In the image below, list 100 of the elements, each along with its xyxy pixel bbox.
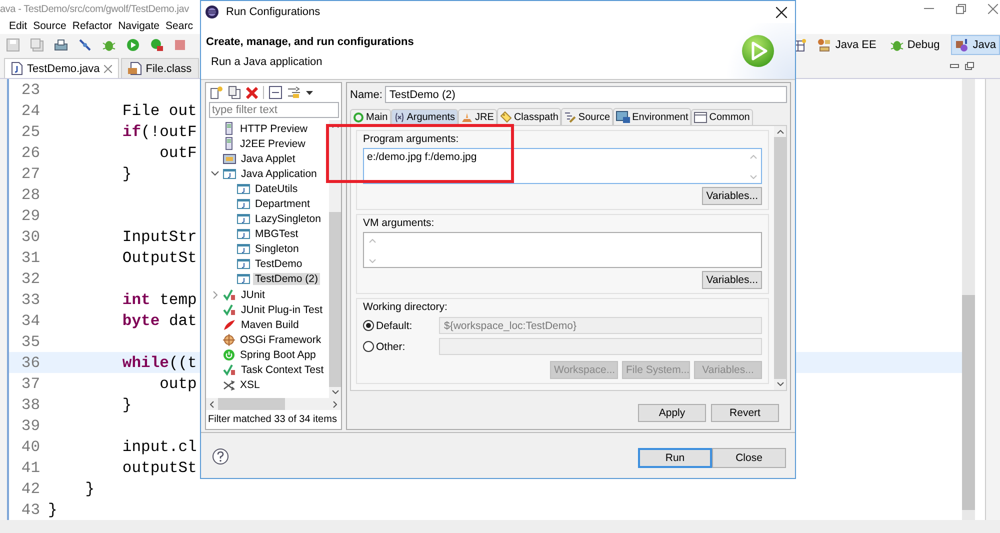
tag-icon	[500, 111, 512, 123]
menu-item[interactable]: Searc	[166, 20, 193, 32]
menu-item[interactable]: Edit	[9, 20, 28, 32]
tree-item[interactable]: OSGi Framework	[238, 334, 324, 346]
tree-item[interactable]: JUnit Plug-in Test	[239, 304, 325, 316]
tree-item[interactable]: JUnit	[239, 288, 267, 301]
editor-tab[interactable]: TestDemo.java	[4, 58, 119, 78]
scrollbar[interactable]	[329, 120, 341, 398]
radio-button[interactable]	[363, 341, 374, 352]
stop-icon[interactable]	[174, 39, 186, 51]
duplicate-icon[interactable]	[228, 86, 241, 99]
scroll-left-icon[interactable]	[210, 400, 214, 408]
line-number: 35	[20, 332, 40, 350]
action-button[interactable]: Apply	[638, 404, 706, 422]
config-tab[interactable]: Classpath	[496, 108, 562, 125]
code-line: input.cl	[121, 438, 197, 456]
app-window-icon	[237, 273, 250, 286]
help-icon[interactable]	[212, 448, 229, 465]
new-icon[interactable]	[210, 86, 223, 99]
tree-item[interactable]: DateUtils	[253, 182, 300, 195]
editor-tab[interactable]: File.class	[120, 58, 199, 78]
filter-icon[interactable]	[287, 86, 301, 99]
run-icon[interactable]	[126, 38, 140, 52]
tree-item[interactable]: LazySingleton	[253, 213, 323, 226]
scroll-up-icon[interactable]	[332, 124, 338, 128]
menu-item[interactable]: Refactor	[72, 20, 112, 32]
config-tab[interactable]: Environment	[613, 108, 692, 125]
radio-button[interactable]	[363, 320, 374, 331]
line-number: 33	[20, 290, 40, 308]
menu-item[interactable]: Source	[33, 20, 66, 32]
tree-item[interactable]: TestDemo (2)	[253, 273, 320, 286]
dialog-button[interactable]: Close	[712, 448, 786, 468]
tree-item[interactable]: MBGTest	[253, 228, 300, 240]
perspective-button[interactable]: Java	[950, 35, 1000, 55]
minimize-icon[interactable]	[950, 64, 959, 68]
tree-item[interactable]: Spring Boot App	[238, 348, 318, 361]
dialog-button[interactable]: Run	[638, 448, 712, 468]
line-number: 36	[20, 354, 40, 372]
tree-item[interactable]: Maven Build	[239, 318, 301, 331]
tree-item[interactable]: XSL	[238, 379, 262, 392]
group-label: VM arguments:	[363, 217, 436, 229]
pin-icon[interactable]	[78, 38, 92, 52]
config-tab[interactable]: Common	[691, 109, 753, 125]
maximize-icon[interactable]	[965, 62, 974, 70]
tree-item[interactable]: Task Context Test	[239, 364, 326, 376]
tree-item[interactable]: Department	[253, 198, 312, 210]
code-line: outF	[158, 144, 197, 162]
bug-icon[interactable]	[102, 38, 116, 52]
config-tab[interactable]: Arguments	[390, 109, 458, 125]
line-number: 24	[20, 102, 40, 120]
scroll-up-icon[interactable]	[776, 130, 784, 134]
line-number: 40	[20, 438, 40, 456]
scroll-right-icon[interactable]	[333, 400, 337, 408]
code-line: File out	[121, 102, 197, 120]
config-tab[interactable]: Main	[350, 109, 391, 125]
line-number: 25	[20, 122, 40, 140]
config-tab[interactable]: Source	[561, 108, 614, 125]
perspective-button[interactable]: Java EE	[814, 36, 880, 54]
scroll-down-icon[interactable]	[332, 390, 338, 394]
variables-button[interactable]: Variables...	[702, 271, 762, 289]
collapse-all-icon[interactable]	[269, 86, 282, 99]
directory-field[interactable]	[439, 338, 762, 355]
line-number: 34	[20, 312, 40, 330]
dialog-heading: Create, manage, and run configurations	[206, 36, 414, 48]
tree-item[interactable]: Java Applet	[239, 152, 298, 165]
tree-item[interactable]: TestDemo	[253, 258, 304, 270]
directory-field[interactable]: ${workspace_loc:TestDemo}	[439, 317, 762, 334]
perspective-button[interactable]: Debug	[887, 36, 943, 54]
chevron-down-icon[interactable]	[211, 171, 219, 176]
dropdown-icon[interactable]	[306, 90, 313, 94]
scrollbar[interactable]	[774, 126, 786, 390]
filter-field[interactable]: type filter text	[209, 102, 339, 118]
delete-icon[interactable]	[246, 86, 258, 98]
tree-item[interactable]: Java Application	[239, 168, 319, 180]
tree-item[interactable]: J2EE Preview	[238, 138, 308, 150]
scrollbar[interactable]	[962, 79, 975, 520]
chevron-right-icon[interactable]	[212, 290, 218, 299]
tree-item[interactable]: HTTP Preview	[238, 122, 310, 135]
minimize-icon[interactable]	[924, 8, 934, 10]
ring-icon	[353, 112, 364, 123]
run-tool-icon[interactable]	[150, 38, 164, 52]
code-line: byte dat	[121, 312, 197, 330]
app-window-icon	[223, 168, 236, 180]
radio-label[interactable]: Default:	[374, 320, 439, 332]
radio-label[interactable]: Other:	[374, 340, 439, 352]
code-line: }	[121, 164, 132, 182]
restore-icon[interactable]	[956, 4, 966, 14]
scrollbar[interactable]	[206, 398, 341, 410]
menu-item[interactable]: Navigate	[118, 20, 160, 32]
config-tab[interactable]: JRE	[458, 109, 497, 125]
code-line: }	[121, 396, 132, 414]
tree-item[interactable]: Singleton	[253, 243, 301, 256]
name-field[interactable]: TestDemo (2)	[385, 86, 787, 103]
close-icon[interactable]	[776, 6, 787, 18]
action-button[interactable]: Revert	[711, 404, 779, 422]
code-line: OutputSt	[121, 248, 197, 266]
server-icon	[223, 137, 235, 150]
scroll-down-icon[interactable]	[776, 382, 784, 386]
print-icon[interactable]	[54, 38, 68, 52]
variables-button[interactable]: Variables...	[702, 187, 762, 205]
